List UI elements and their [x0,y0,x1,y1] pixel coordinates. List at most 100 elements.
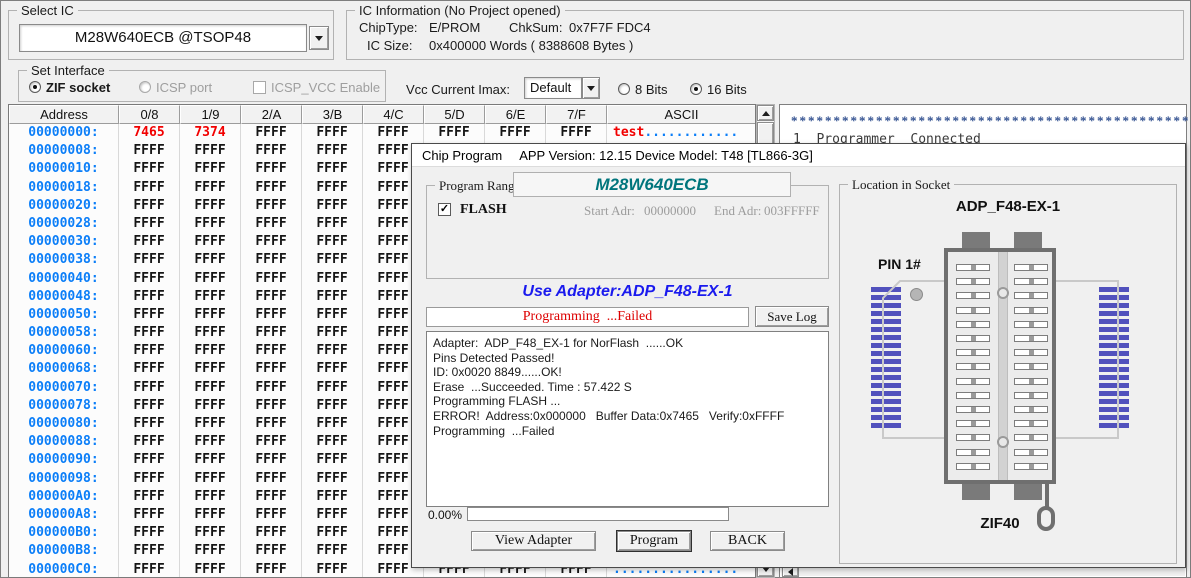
flash-checkbox[interactable]: ✓ [438,203,451,216]
hex-cell[interactable]: FFFF [241,124,302,142]
hex-cell[interactable]: FFFF [302,506,363,524]
vcc-imax-dropdown-button[interactable] [582,77,600,99]
hex-cell[interactable]: FFFF [180,233,241,251]
hex-cell[interactable]: FFFF [241,379,302,397]
bits16-radio[interactable] [690,83,702,95]
hex-cell[interactable]: FFFF [241,451,302,469]
hex-cell[interactable]: FFFF [241,233,302,251]
hex-cell[interactable]: FFFF [546,124,607,142]
save-log-button[interactable]: Save Log [755,306,829,327]
hex-cell[interactable]: FFFF [302,324,363,342]
hex-cell[interactable]: FFFF [180,160,241,178]
view-adapter-button[interactable]: View Adapter [471,531,596,551]
hex-cell[interactable]: FFFF [180,215,241,233]
hex-cell[interactable]: FFFF [302,542,363,560]
zif-socket-radio[interactable] [29,81,41,93]
hex-cell[interactable]: FFFF [119,215,180,233]
hex-cell[interactable]: FFFF [180,197,241,215]
hex-cell[interactable]: FFFF [241,470,302,488]
hex-cell[interactable]: FFFF [241,215,302,233]
hex-cell[interactable]: FFFF [241,561,302,578]
hex-cell[interactable]: FFFF [119,270,180,288]
hex-cell[interactable]: FFFF [302,488,363,506]
hex-cell[interactable]: FFFF [302,524,363,542]
hex-cell[interactable]: FFFF [302,197,363,215]
hex-cell[interactable]: FFFF [302,251,363,269]
hex-cell[interactable]: FFFF [302,179,363,197]
hex-cell[interactable]: FFFF [180,288,241,306]
hex-cell[interactable]: FFFF [302,215,363,233]
hex-cell[interactable]: FFFF [241,360,302,378]
hex-cell[interactable]: FFFF [180,379,241,397]
hex-cell[interactable]: FFFF [363,124,424,142]
operation-log[interactable]: Adapter: ADP_F48_EX-1 for NorFlash .....… [426,331,829,507]
hex-cell[interactable]: FFFF [180,306,241,324]
hex-cell[interactable]: FFFF [241,251,302,269]
scroll-up-button[interactable] [757,105,774,121]
hex-cell[interactable]: FFFF [241,179,302,197]
hex-cell[interactable]: FFFF [241,270,302,288]
hex-cell[interactable]: FFFF [119,251,180,269]
hex-cell[interactable]: FFFF [241,342,302,360]
hex-cell[interactable]: FFFF [302,270,363,288]
hex-cell[interactable]: FFFF [119,360,180,378]
hex-cell[interactable]: FFFF [180,506,241,524]
hex-cell[interactable]: FFFF [302,306,363,324]
hex-cell[interactable]: FFFF [241,306,302,324]
hex-cell[interactable]: FFFF [302,160,363,178]
hex-cell[interactable]: FFFF [302,415,363,433]
hex-cell[interactable]: FFFF [119,160,180,178]
hex-cell[interactable]: FFFF [119,451,180,469]
hex-cell[interactable]: FFFF [119,433,180,451]
hex-cell[interactable]: FFFF [241,160,302,178]
hex-cell[interactable]: FFFF [241,506,302,524]
vcc-imax-select[interactable]: Default [524,77,582,99]
hex-cell[interactable]: FFFF [119,306,180,324]
hex-cell[interactable]: FFFF [302,342,363,360]
hex-cell[interactable]: FFFF [302,142,363,160]
hex-cell[interactable]: FFFF [119,142,180,160]
hex-cell[interactable]: FFFF [119,470,180,488]
hex-cell[interactable]: FFFF [119,288,180,306]
hex-cell[interactable]: FFFF [241,397,302,415]
hex-cell[interactable]: FFFF [302,470,363,488]
hex-cell[interactable]: FFFF [119,488,180,506]
hex-cell[interactable]: FFFF [241,288,302,306]
hex-cell[interactable]: FFFF [424,124,485,142]
hex-cell[interactable]: FFFF [180,360,241,378]
hex-cell[interactable]: FFFF [180,179,241,197]
hex-cell[interactable]: FFFF [180,270,241,288]
hex-cell[interactable]: FFFF [180,542,241,560]
hex-cell[interactable]: FFFF [302,433,363,451]
hex-cell[interactable]: FFFF [302,561,363,578]
dialog-titlebar[interactable]: Chip Program APP Version: 12.15 Device M… [412,144,1185,167]
hex-cell[interactable]: FFFF [302,397,363,415]
hex-cell[interactable]: FFFF [241,542,302,560]
hex-cell[interactable]: FFFF [180,451,241,469]
hex-cell[interactable]: FFFF [241,415,302,433]
hex-cell[interactable]: FFFF [180,415,241,433]
hex-cell[interactable]: FFFF [241,433,302,451]
hex-cell[interactable]: FFFF [119,342,180,360]
hex-cell[interactable]: FFFF [119,324,180,342]
hex-cell[interactable]: FFFF [180,524,241,542]
hex-cell[interactable]: FFFF [485,124,546,142]
program-button[interactable]: Program [617,531,691,551]
hex-cell[interactable]: FFFF [119,397,180,415]
ic-combobox-dropdown-button[interactable] [309,26,329,50]
hex-cell[interactable]: FFFF [302,451,363,469]
hex-cell[interactable]: FFFF [180,488,241,506]
ic-combobox[interactable]: M28W640ECB @TSOP48 [19,24,307,52]
hex-cell[interactable]: FFFF [302,124,363,142]
hex-cell[interactable]: FFFF [119,542,180,560]
hex-cell[interactable]: 7374 [180,124,241,142]
hex-cell[interactable]: FFFF [180,142,241,160]
hex-cell[interactable]: 7465 [119,124,180,142]
hex-cell[interactable]: FFFF [241,488,302,506]
hex-cell[interactable]: FFFF [180,397,241,415]
hex-cell[interactable]: FFFF [180,342,241,360]
hex-cell[interactable]: FFFF [302,379,363,397]
hex-cell[interactable]: FFFF [119,179,180,197]
hex-cell[interactable]: FFFF [119,233,180,251]
bits8-radio[interactable] [618,83,630,95]
